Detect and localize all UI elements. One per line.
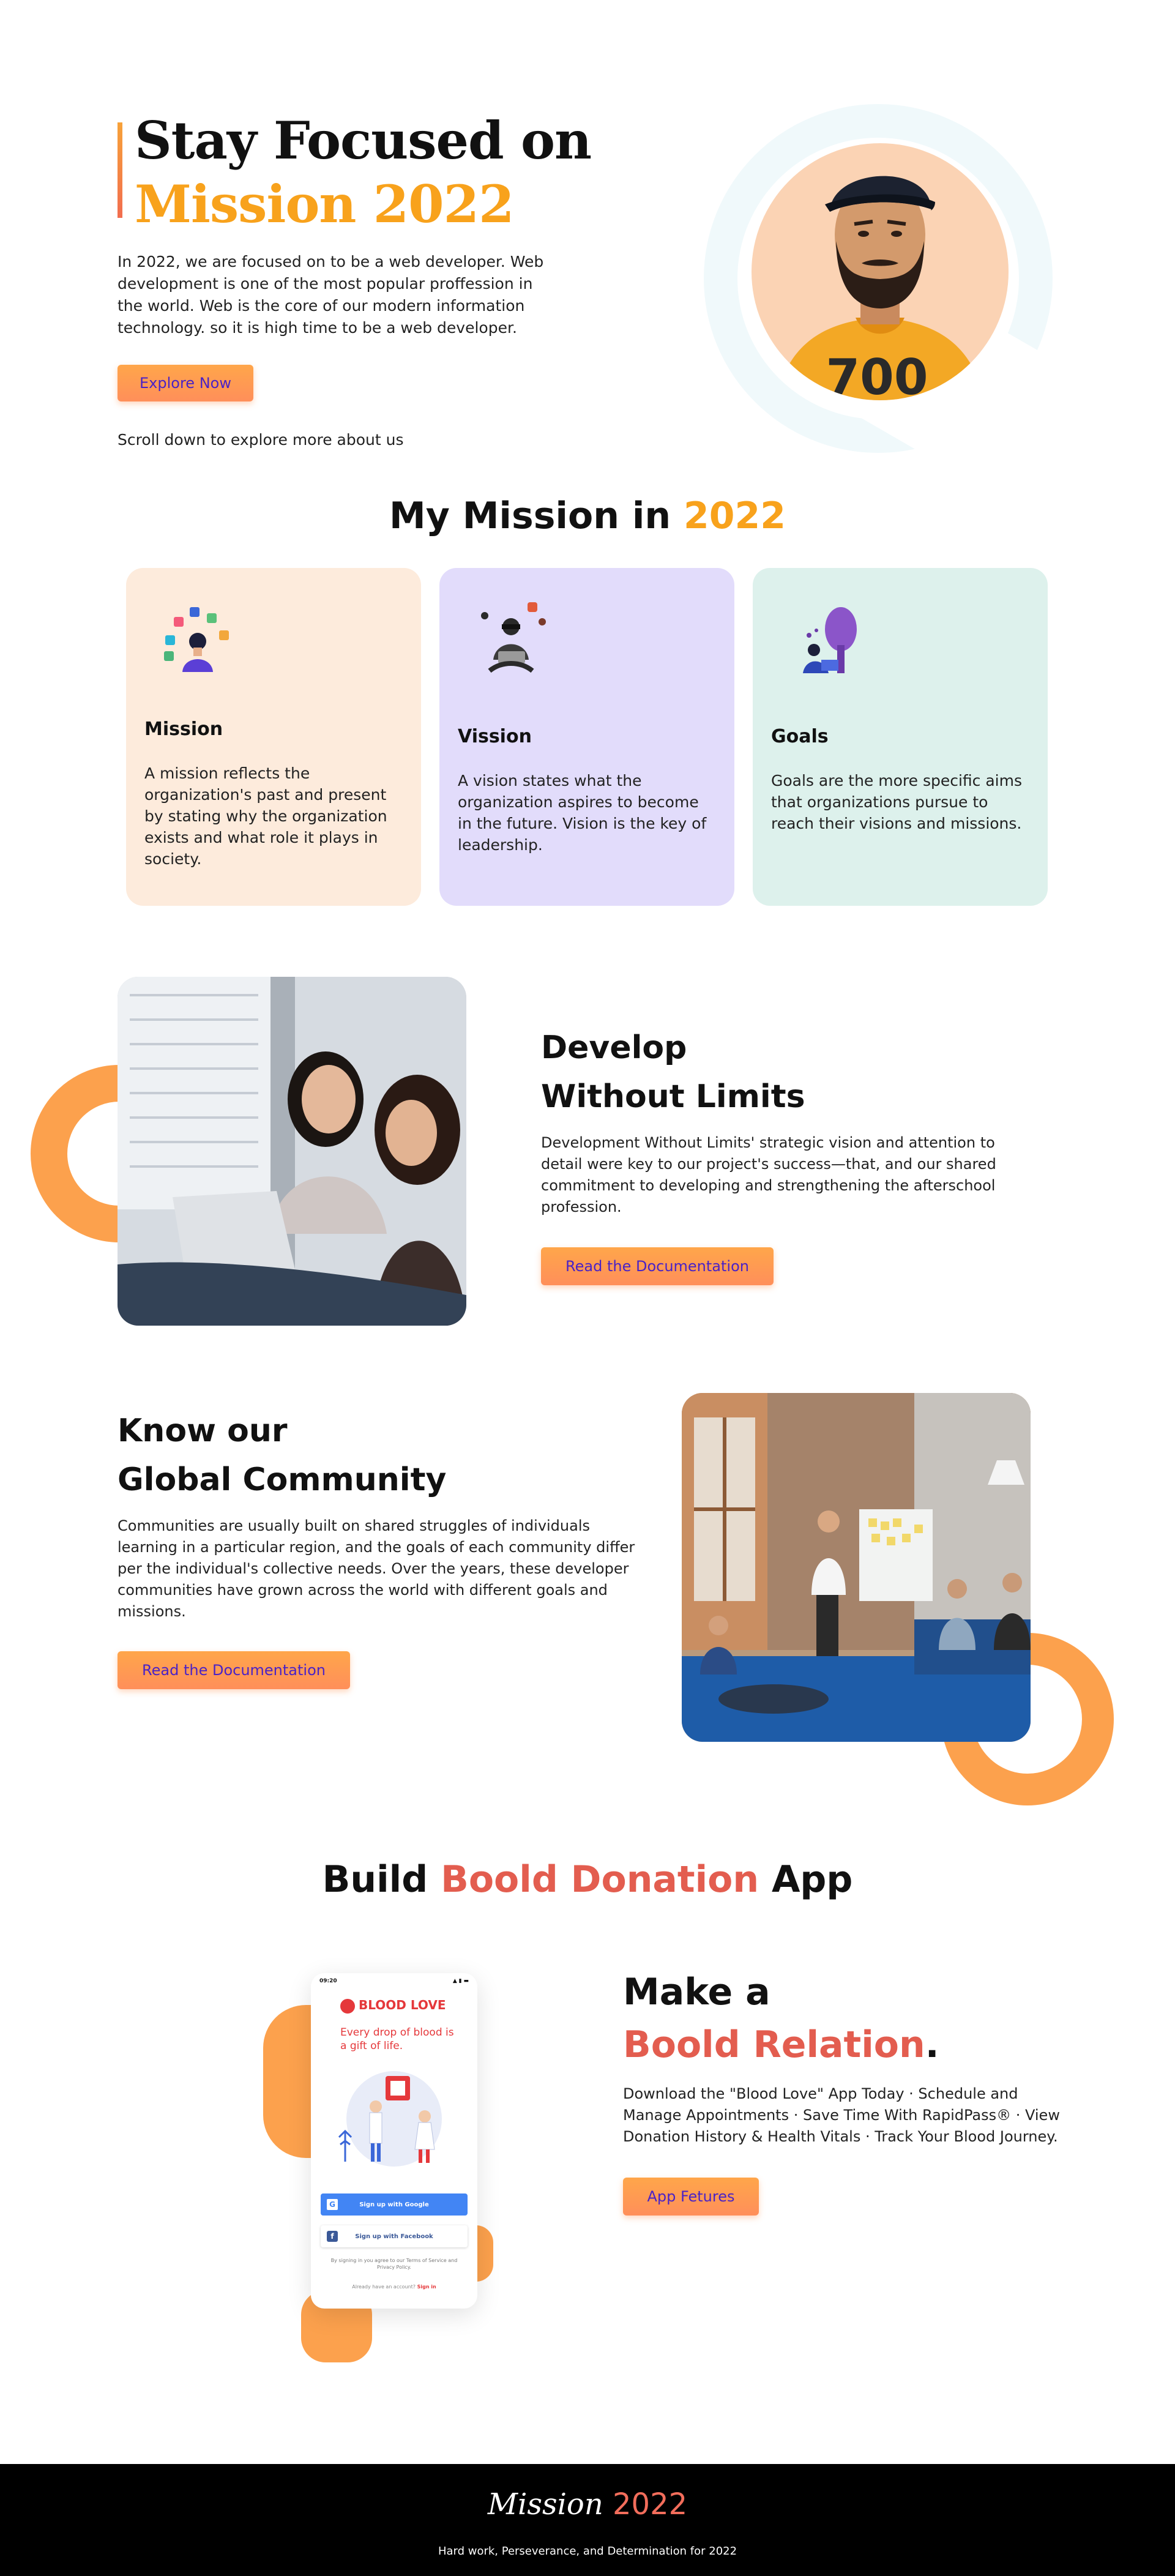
goals-card: Goals Goals are the more specific aims t… [753, 568, 1048, 906]
footer-logo-script: Mission [487, 2487, 603, 2522]
mission-title-accent: 2022 [683, 495, 786, 537]
mission-section-title: My Mission in 2022 [0, 495, 1175, 537]
hero-title-line2: Mission 2022 [135, 174, 515, 234]
develop-title-line2: Without Limits [541, 1078, 805, 1115]
blood-section-title: Build Boold Donation App [0, 1858, 1175, 1901]
explore-now-button[interactable]: Explore Now [118, 365, 253, 401]
blood-app-text: Download the "Blood Love" App Today · Sc… [623, 2085, 1060, 2145]
app-logo: BLOOD LOVE [359, 1998, 446, 2012]
develop-title-line1: Develop [541, 1029, 687, 1066]
terms-notice: By signing in you agree to our Terms of … [330, 2258, 458, 2270]
develop-read-docs-button[interactable]: Read the Documentation [541, 1247, 774, 1285]
blood-title-pre: Build [322, 1858, 441, 1901]
vision-card-text: A vision states what the organization as… [458, 772, 707, 854]
google-signup-button[interactable]: G Sign up with Google [321, 2193, 468, 2216]
blood-title-accent: Boold Donation [441, 1858, 759, 1901]
footer-logo[interactable]: Mission 2022 [0, 2487, 1175, 2522]
vision-card: Vission A vision states what the organiz… [439, 568, 734, 906]
signin-prompt: Already have an account? Sign in [311, 2284, 477, 2290]
make-title-dot: . [925, 2023, 939, 2066]
app-tagline: Every drop of blood is a gift of life. [340, 2026, 454, 2052]
make-title-accent: Boold Relation [623, 2023, 925, 2066]
google-signup-label: Sign up with Google [359, 2201, 429, 2208]
office-meeting-photo [682, 1393, 1031, 1742]
mission-card-text: A mission reflects the organization's pa… [144, 764, 387, 868]
community-read-docs-button[interactable]: Read the Documentation [118, 1651, 350, 1689]
community-title-line2: Global Community [118, 1462, 447, 1498]
goals-card-title: Goals [771, 726, 829, 747]
facebook-signup-label: Sign up with Facebook [355, 2233, 433, 2240]
google-icon: G [327, 2199, 338, 2210]
footer-tagline: Hard work, Perseverance, and Determinati… [438, 2545, 737, 2558]
doctors-illustration [338, 2071, 442, 2167]
make-title-line1: Make a [623, 1971, 770, 2014]
mission-card: Mission A mission reflects the organizat… [126, 568, 421, 906]
community-text: Communities are usually built on shared … [118, 1517, 635, 1620]
goals-card-text: Goals are the more specific aims that or… [771, 772, 1023, 832]
phone-status-icons: ▲ ▮ ▬ [452, 1978, 469, 1984]
hero-portrait: 700 [752, 143, 1009, 400]
scroll-hint: Scroll down to explore more about us [118, 431, 404, 449]
signin-link[interactable]: Sign in [417, 2284, 436, 2290]
hero-description: In 2022, we are focused on to be a web d… [118, 253, 544, 337]
students-laptop-photo [118, 977, 466, 1326]
hero-accent-bar [118, 122, 122, 218]
facebook-signup-button[interactable]: f Sign up with Facebook [321, 2225, 468, 2247]
goals-illustration-icon [803, 607, 857, 673]
footer-logo-year: 2022 [613, 2487, 688, 2522]
blood-drop-icon [340, 1999, 355, 2014]
person-portrait-image: 700 [776, 176, 984, 400]
mission-title-main: My Mission in [389, 495, 684, 537]
blood-love-app-mockup: 09:20 ▲ ▮ ▬ BLOOD LOVE Every drop of blo… [311, 1973, 477, 2309]
community-title-line1: Know our [118, 1413, 288, 1449]
make-relation-title: Make a Boold Relation. [623, 1966, 939, 2071]
phone-status-time: 09:20 [319, 1978, 337, 1984]
develop-text: Development Without Limits' strategic vi… [541, 1134, 996, 1215]
mission-card-title: Mission [144, 719, 223, 740]
shirt-print: 700 [826, 349, 928, 400]
develop-title: Develop Without Limits [541, 1023, 805, 1121]
vision-illustration-icon [481, 602, 546, 673]
hero-title-line1: Stay Focused on [135, 110, 592, 171]
community-title: Know our Global Community [118, 1406, 446, 1504]
blood-title-post: App [759, 1858, 853, 1901]
hero-title: Stay Focused on Mission 2022 [135, 109, 592, 236]
facebook-icon: f [327, 2231, 338, 2242]
signin-prompt-text: Already have an account? [352, 2284, 416, 2290]
mission-illustration-icon [164, 607, 229, 672]
app-features-button[interactable]: App Fetures [623, 2178, 759, 2216]
vision-card-title: Vission [458, 726, 532, 747]
